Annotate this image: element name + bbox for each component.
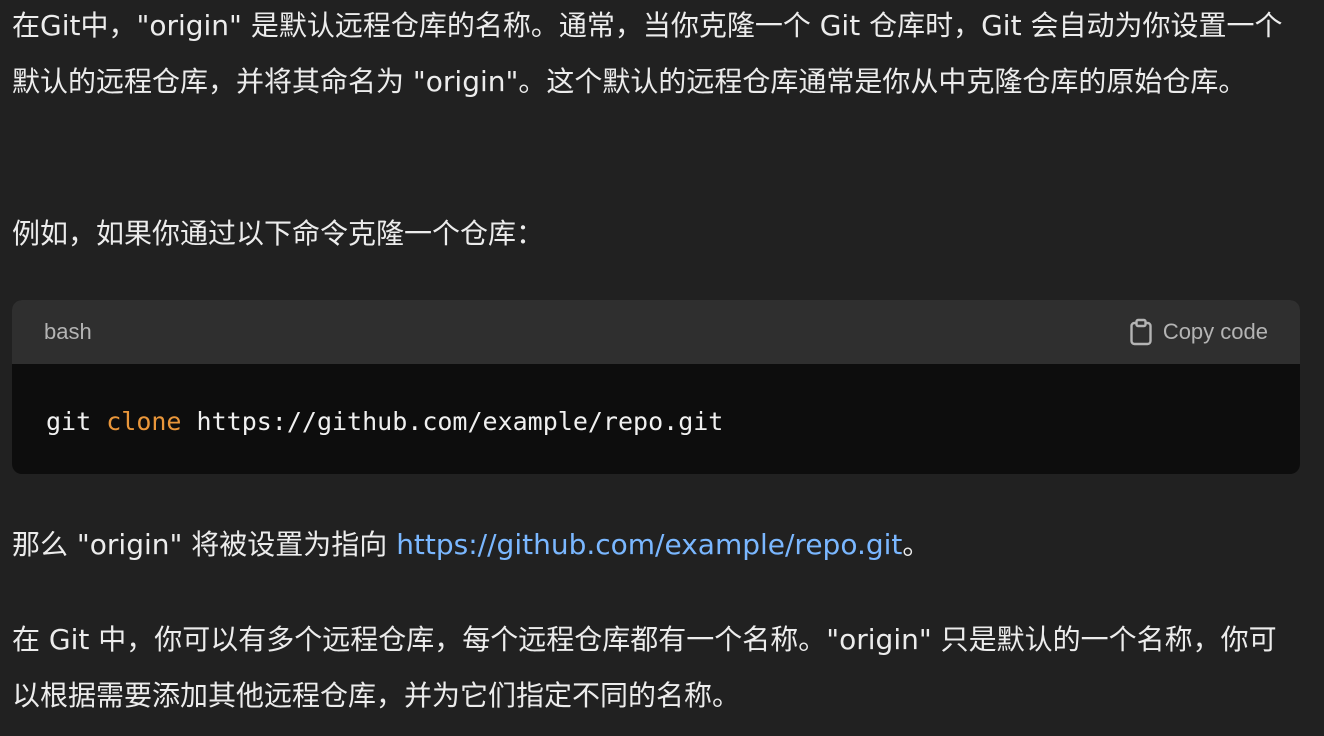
code-block: bash Copy code git clone https://github.…: [12, 300, 1300, 474]
clipboard-icon: [1129, 318, 1153, 346]
code-body: git clone https://github.com/example/rep…: [12, 364, 1300, 474]
copy-code-label: Copy code: [1162, 319, 1268, 344]
code-subcommand: clone: [106, 407, 182, 436]
code-language-label: bash: [44, 319, 92, 344]
paragraph-origin-target: 那么 "origin" 将被设置为指向 https://github.com/e…: [12, 517, 1302, 573]
paragraph-origin-prefix: 那么 "origin" 将被设置为指向: [12, 528, 397, 561]
paragraph-example: 例如，如果你通过以下命令克隆一个仓库：: [12, 217, 545, 250]
paragraph-intro: 在Git中，"origin" 是默认远程仓库的名称。通常，当你克隆一个 Git …: [12, 9, 1283, 98]
repo-link[interactable]: https://github.com/example/repo.git: [396, 528, 902, 561]
paragraph-origin-suffix: 。: [902, 528, 931, 561]
code-header: bash Copy code: [12, 300, 1300, 364]
copy-code-button[interactable]: Copy code: [1129, 318, 1268, 346]
paragraph-multiple-remotes: 在 Git 中，你可以有多个远程仓库，每个远程仓库都有一个名称。"origin"…: [12, 623, 1277, 712]
code-command: git: [46, 407, 92, 436]
code-argument: https://github.com/example/repo.git: [196, 407, 724, 436]
